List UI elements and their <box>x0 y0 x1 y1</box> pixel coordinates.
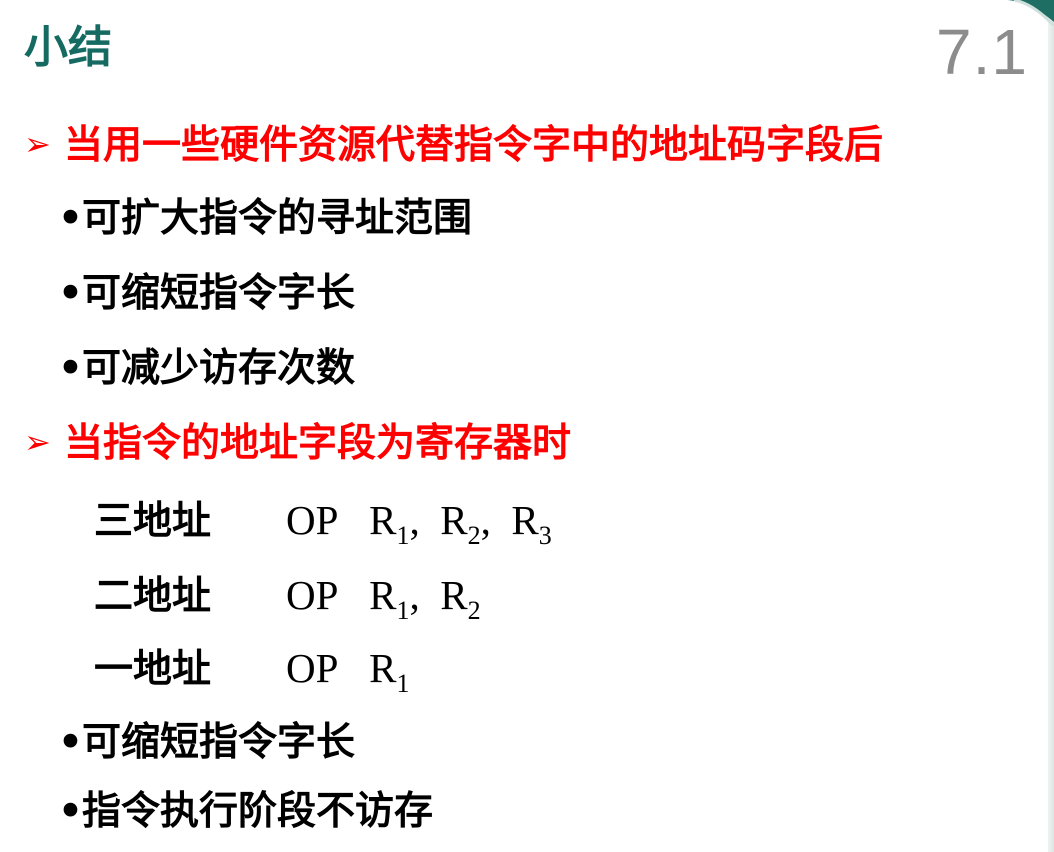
register-subscript: 1 <box>396 596 410 625</box>
register-subscript: 1 <box>396 521 410 550</box>
dot-bullet-icon: • <box>58 720 83 765</box>
list-item-text: 可减少访存次数 <box>82 346 356 391</box>
register-subscript: 2 <box>467 596 481 625</box>
opcode: OP <box>286 645 339 691</box>
register-subscript: 2 <box>467 521 481 550</box>
heading-text: 当指令的地址字段为寄存器时 <box>64 421 572 466</box>
address-format-label: 二地址 <box>94 574 212 619</box>
opcode: OP <box>286 572 339 618</box>
register-subscript: 3 <box>538 521 552 550</box>
address-format-row: 一地址 OP R1 <box>94 648 410 697</box>
list-item: •可缩短指令字长 <box>58 723 355 762</box>
address-format-label: 一地址 <box>94 647 212 692</box>
list-item: •可减少访存次数 <box>58 349 355 388</box>
list-item: •可扩大指令的寻址范围 <box>58 199 472 238</box>
list-item-text: 指令执行阶段不访存 <box>82 789 434 834</box>
list-item-text: 可缩短指令字长 <box>82 720 356 765</box>
dot-bullet-icon: • <box>58 789 83 834</box>
slide-title: 小结 <box>24 22 112 73</box>
opcode: OP <box>286 497 339 543</box>
register-subscript: 1 <box>396 669 410 698</box>
section-heading-1: ➢ 当用一些硬件资源代替指令字中的地址码字段后 <box>24 126 883 165</box>
instruction-format: OP R1, R2, R3 <box>286 497 552 550</box>
arrow-bullet-icon: ➢ <box>24 423 51 461</box>
address-format-label: 三地址 <box>94 499 212 544</box>
arrow-bullet-icon: ➢ <box>24 125 51 163</box>
list-item-text: 可缩短指令字长 <box>82 271 356 316</box>
instruction-format: OP R1 <box>286 645 410 698</box>
section-number: 7.1 <box>936 16 1028 88</box>
address-format-row: 二地址 OP R1, R2 <box>94 575 481 624</box>
right-edge-stripe <box>1048 0 1054 852</box>
dot-bullet-icon: • <box>58 196 83 241</box>
dot-bullet-icon: • <box>58 271 83 316</box>
dot-bullet-icon: • <box>58 346 83 391</box>
heading-text: 当用一些硬件资源代替指令字中的地址码字段后 <box>64 123 884 168</box>
instruction-format: OP R1, R2 <box>286 572 481 625</box>
list-item: •指令执行阶段不访存 <box>58 792 433 831</box>
list-item-text: 可扩大指令的寻址范围 <box>82 196 473 241</box>
section-heading-2: ➢ 当指令的地址字段为寄存器时 <box>24 424 571 463</box>
list-item: •可缩短指令字长 <box>58 274 355 313</box>
address-format-row: 三地址 OP R1, R2, R3 <box>94 500 552 549</box>
